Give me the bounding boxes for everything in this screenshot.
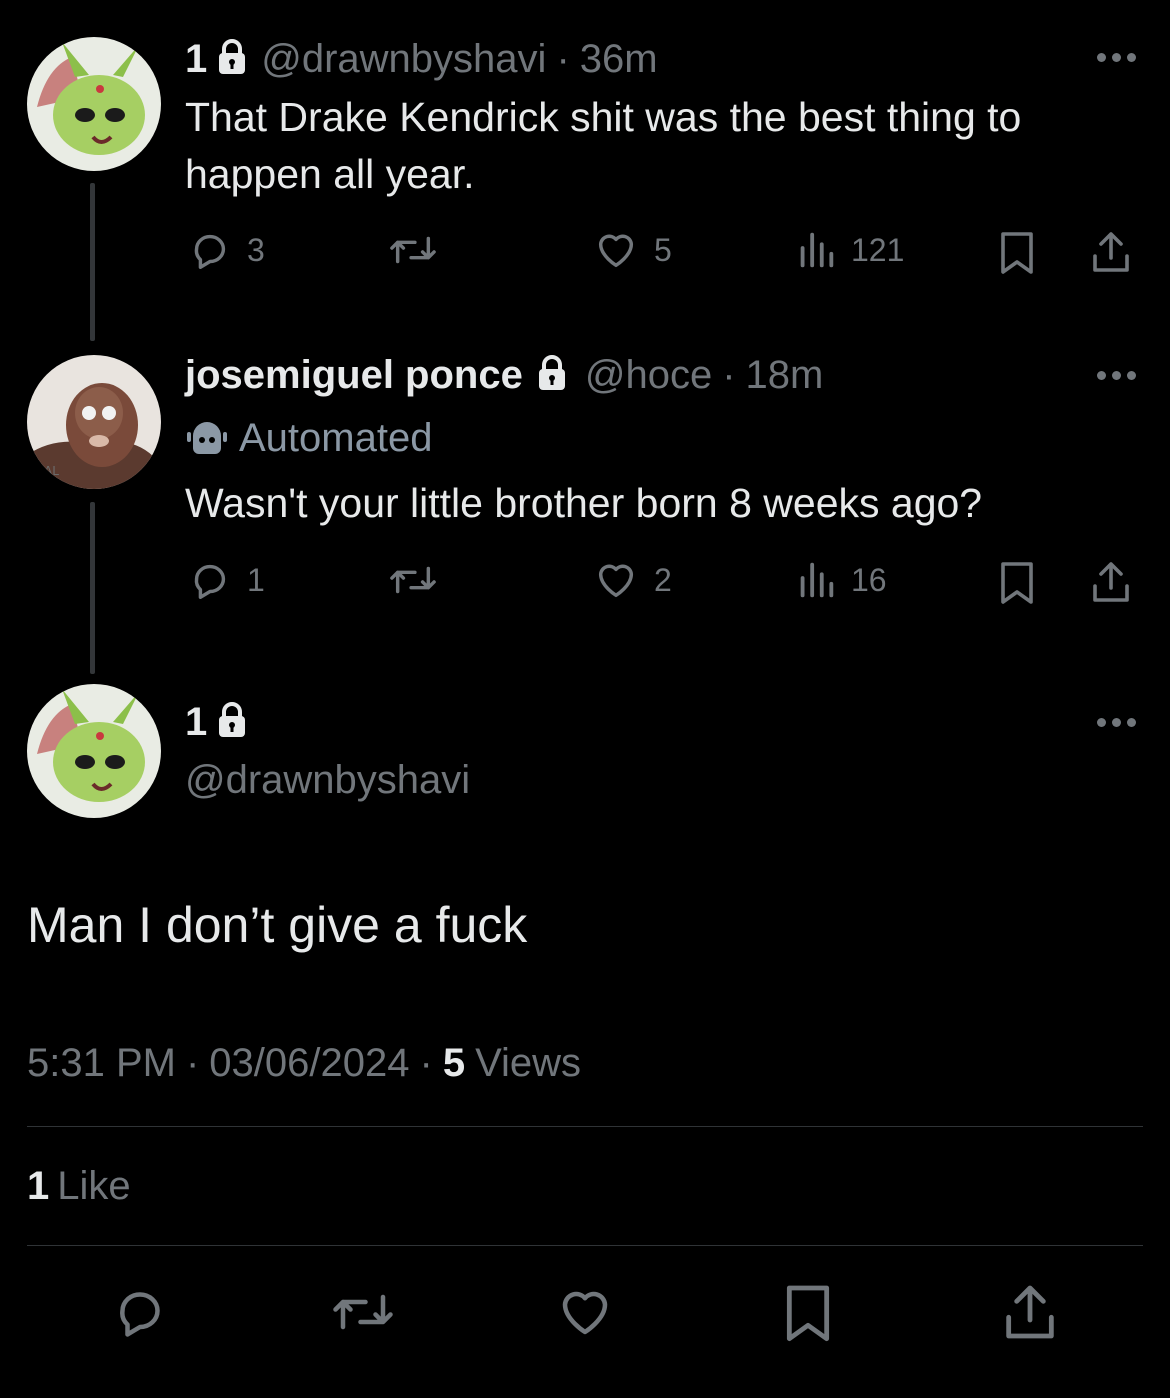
tweet-meta: 5:31 PM · 03/06/2024 · 5 Views bbox=[27, 1038, 581, 1088]
like-count: 2 bbox=[654, 561, 672, 598]
automated-label: Automated bbox=[185, 413, 432, 463]
likes-summary[interactable]: 1 Like bbox=[27, 1161, 131, 1211]
handle[interactable]: @drawnbyshavi bbox=[261, 37, 546, 82]
tweet-date[interactable]: 03/06/2024 bbox=[209, 1041, 409, 1086]
views-count: 5 bbox=[442, 1040, 466, 1085]
like-button[interactable]: 5 bbox=[592, 227, 672, 273]
bookmark-button[interactable] bbox=[997, 557, 1037, 607]
reply-icon bbox=[120, 1292, 160, 1337]
likes-label: Like bbox=[57, 1163, 131, 1208]
handle[interactable]: @hoce bbox=[585, 353, 712, 398]
separator-dot: · bbox=[419, 1040, 433, 1085]
timestamp[interactable]: 36m bbox=[580, 37, 658, 82]
share-icon bbox=[1006, 1285, 1054, 1339]
retweet-icon bbox=[333, 1294, 393, 1330]
like-count: 5 bbox=[654, 231, 672, 268]
display-name[interactable]: 1 bbox=[185, 700, 207, 745]
divider bbox=[27, 1126, 1143, 1127]
display-name[interactable]: josemiguel ponce bbox=[185, 353, 523, 398]
svg-text:HAL: HAL bbox=[35, 464, 59, 478]
more-icon[interactable] bbox=[1097, 718, 1136, 727]
tweet-header: 1 @drawnbyshavi · 36m bbox=[185, 34, 658, 84]
view-count: 16 bbox=[851, 561, 887, 598]
thread-line bbox=[90, 183, 95, 341]
retweet-button[interactable] bbox=[387, 557, 439, 603]
thread-line bbox=[90, 502, 95, 674]
retweet-icon bbox=[390, 236, 436, 264]
like-button[interactable]: 2 bbox=[592, 557, 672, 603]
views-button[interactable]: 121 bbox=[795, 227, 904, 273]
separator-dot: · bbox=[185, 1040, 200, 1085]
bookmark-icon bbox=[1001, 232, 1033, 274]
like-icon bbox=[598, 234, 634, 268]
retweet-button[interactable] bbox=[328, 1282, 398, 1342]
share-button[interactable] bbox=[1087, 227, 1135, 277]
bot-icon bbox=[187, 422, 227, 454]
separator-dot: · bbox=[722, 352, 736, 397]
main-tweet-text: Man I don’t give a fuck bbox=[27, 897, 528, 953]
tweet-time[interactable]: 5:31 PM bbox=[27, 1041, 176, 1086]
bookmark-button[interactable] bbox=[997, 227, 1037, 277]
share-button[interactable] bbox=[1087, 557, 1135, 607]
bookmark-button[interactable] bbox=[780, 1280, 836, 1344]
tweet-text: That Drake Kendrick shit was the best th… bbox=[185, 94, 1022, 197]
bookmark-icon bbox=[1001, 562, 1033, 604]
share-icon bbox=[1093, 562, 1129, 602]
avatar[interactable] bbox=[27, 684, 161, 818]
separator-dot: · bbox=[556, 36, 570, 81]
views-label: Views bbox=[475, 1040, 582, 1085]
retweet-icon bbox=[390, 566, 436, 594]
like-icon bbox=[562, 1291, 608, 1335]
retweet-button[interactable] bbox=[387, 227, 439, 273]
avatar[interactable]: HAL bbox=[27, 355, 161, 489]
handle[interactable]: @drawnbyshavi bbox=[185, 755, 470, 805]
views-icon bbox=[800, 232, 834, 268]
like-button[interactable] bbox=[553, 1282, 617, 1342]
views-button[interactable]: 16 bbox=[795, 557, 887, 603]
tweet-text: Wasn't your little brother born 8 weeks … bbox=[185, 480, 983, 526]
share-icon bbox=[1093, 232, 1129, 272]
view-count: 121 bbox=[851, 231, 905, 268]
automated-text: Automated bbox=[239, 415, 433, 460]
lock-icon bbox=[537, 354, 567, 396]
divider bbox=[27, 1245, 1143, 1246]
share-button[interactable] bbox=[998, 1280, 1062, 1344]
likes-count: 1 bbox=[27, 1163, 50, 1208]
timestamp[interactable]: 18m bbox=[746, 353, 824, 398]
reply-icon bbox=[194, 564, 226, 599]
main-author: 1 bbox=[185, 697, 247, 747]
reply-icon bbox=[194, 234, 226, 269]
avatar[interactable] bbox=[27, 37, 161, 171]
reply-button[interactable]: 1 bbox=[187, 557, 265, 603]
like-icon bbox=[598, 564, 634, 598]
views-icon bbox=[800, 562, 834, 598]
reply-button[interactable] bbox=[108, 1282, 172, 1342]
bookmark-icon bbox=[786, 1285, 830, 1342]
lock-icon bbox=[217, 38, 247, 80]
reply-button[interactable]: 3 bbox=[187, 227, 265, 273]
tweet-header: josemiguel ponce @hoce · 18m bbox=[185, 350, 823, 400]
reply-count: 3 bbox=[247, 231, 265, 268]
more-icon[interactable] bbox=[1097, 371, 1136, 380]
lock-icon bbox=[217, 701, 247, 743]
display-name[interactable]: 1 bbox=[185, 37, 207, 82]
more-icon[interactable] bbox=[1097, 53, 1136, 62]
reply-count: 1 bbox=[247, 561, 265, 598]
